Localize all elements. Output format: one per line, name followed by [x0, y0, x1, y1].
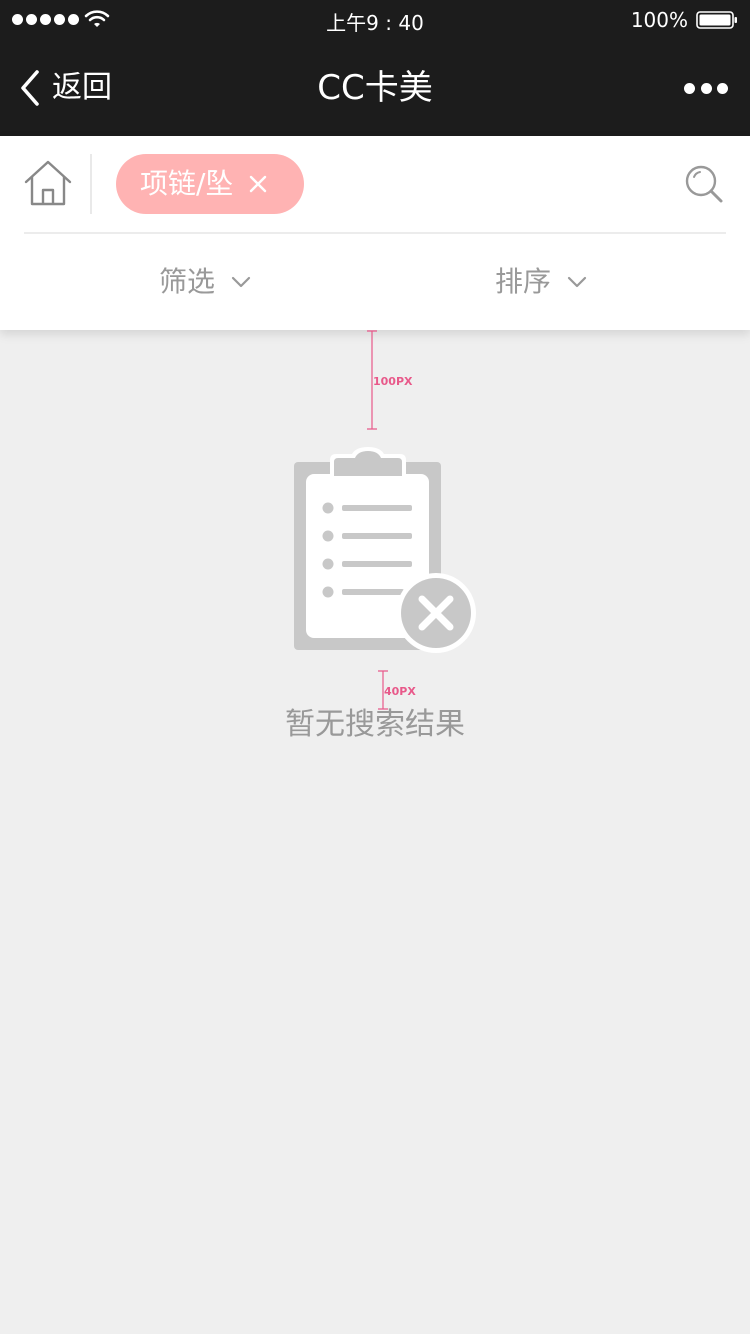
chevron-down-icon [231, 276, 251, 288]
divider [90, 154, 92, 214]
home-icon [24, 160, 72, 206]
status-bar: 上午9 : 40 100% [0, 0, 750, 40]
divider [24, 232, 726, 234]
close-icon[interactable] [249, 175, 267, 193]
home-button[interactable] [24, 160, 72, 206]
active-tag-chip[interactable]: 项链/坠 [116, 154, 304, 214]
search-icon [685, 165, 723, 203]
empty-state-message: 暂无搜索结果 [285, 707, 465, 742]
clipboard-error-icon [294, 447, 476, 653]
spacing-label: 40PX [384, 685, 416, 698]
search-button[interactable] [684, 164, 724, 204]
battery-icon [696, 11, 737, 29]
chevron-down-icon [567, 276, 587, 288]
sort-label: 排序 [495, 265, 552, 298]
search-header: 项链/坠 筛选 排序 [0, 136, 750, 330]
page-title: CC卡美 [317, 68, 433, 108]
spacing-label: 100PX [373, 375, 413, 388]
sort-button[interactable]: 排序 [495, 262, 587, 302]
filter-button[interactable]: 筛选 [159, 262, 251, 302]
battery-percent: 100% [630, 8, 688, 32]
tag-label: 项链/坠 [140, 167, 234, 200]
filter-label: 筛选 [159, 265, 216, 298]
nav-bar: 返回 CC卡美 [0, 40, 750, 136]
more-button[interactable] [684, 78, 728, 98]
more-dots-icon [684, 82, 695, 94]
